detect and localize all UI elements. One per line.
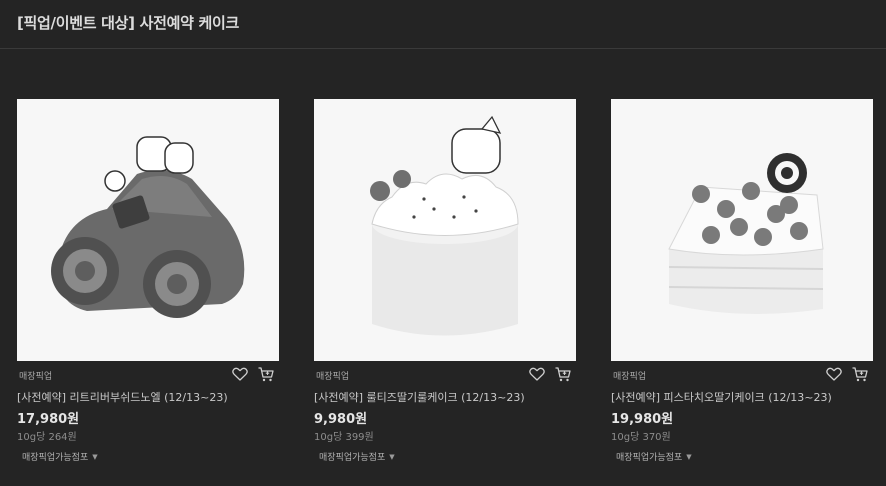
product-name[interactable]: [사전예약] 룰티즈딸기룰케이크 (12/13~23) (314, 389, 525, 405)
unit-price: 10g당 370원 (611, 432, 671, 443)
product-card: 매장픽업 [사전예약] 피스타치오딸기케이크 (12/13~23) 19,980… (611, 99, 873, 486)
caret-down-icon: ▼ (389, 453, 395, 461)
product-card: 매장픽업 [사전예약] 리트리버부쉬드노엘 (12/13~23) 17,980원… (17, 99, 279, 486)
product-image[interactable] (17, 99, 279, 361)
cake-roll-car-image (17, 99, 279, 361)
wishlist-heart-icon[interactable] (231, 365, 249, 383)
unit-price: 10g당 264원 (17, 432, 77, 443)
product-price: 19,980원 (611, 412, 674, 427)
caret-down-icon: ▼ (92, 453, 98, 461)
pickup-tag: 매장픽업 (19, 372, 53, 382)
section-header: [픽업/이벤트 대상] 사전예약 케이크 (0, 0, 886, 49)
wishlist-heart-icon[interactable] (528, 365, 546, 383)
pickup-tag: 매장픽업 (316, 372, 350, 382)
caret-down-icon: ▼ (686, 453, 692, 461)
whipped-cream-cake-image (314, 99, 576, 361)
product-grid: 매장픽업 [사전예약] 리트리버부쉬드노엘 (12/13~23) 17,980원… (0, 99, 886, 486)
pickup-stores-dropdown[interactable]: 매장픽업가능점포 ▼ (22, 450, 98, 463)
product-name[interactable]: [사전예약] 리트리버부쉬드노엘 (12/13~23) (17, 389, 228, 405)
product-price: 17,980원 (17, 412, 80, 427)
add-to-cart-icon[interactable] (851, 365, 869, 383)
pickup-stores-dropdown[interactable]: 매장픽업가능점포 ▼ (616, 450, 692, 463)
wishlist-heart-icon[interactable] (825, 365, 843, 383)
product-card: 매장픽업 [사전예약] 룰티즈딸기룰케이크 (12/13~23) 9,980원 … (314, 99, 576, 486)
add-to-cart-icon[interactable] (554, 365, 572, 383)
product-image[interactable] (611, 99, 873, 361)
add-to-cart-icon[interactable] (257, 365, 275, 383)
product-name[interactable]: [사전예약] 피스타치오딸기케이크 (12/13~23) (611, 389, 832, 405)
strawberry-square-cake-image (611, 99, 873, 361)
pickup-stores-dropdown[interactable]: 매장픽업가능점포 ▼ (319, 450, 395, 463)
pickup-stores-label: 매장픽업가능점포 (22, 453, 89, 463)
section-title: [픽업/이벤트 대상] 사전예약 케이크 (17, 14, 240, 32)
unit-price: 10g당 399원 (314, 432, 374, 443)
pickup-tag: 매장픽업 (613, 372, 647, 382)
pickup-stores-label: 매장픽업가능점포 (319, 453, 386, 463)
product-price: 9,980원 (314, 412, 368, 427)
pickup-stores-label: 매장픽업가능점포 (616, 453, 683, 463)
product-image[interactable] (314, 99, 576, 361)
